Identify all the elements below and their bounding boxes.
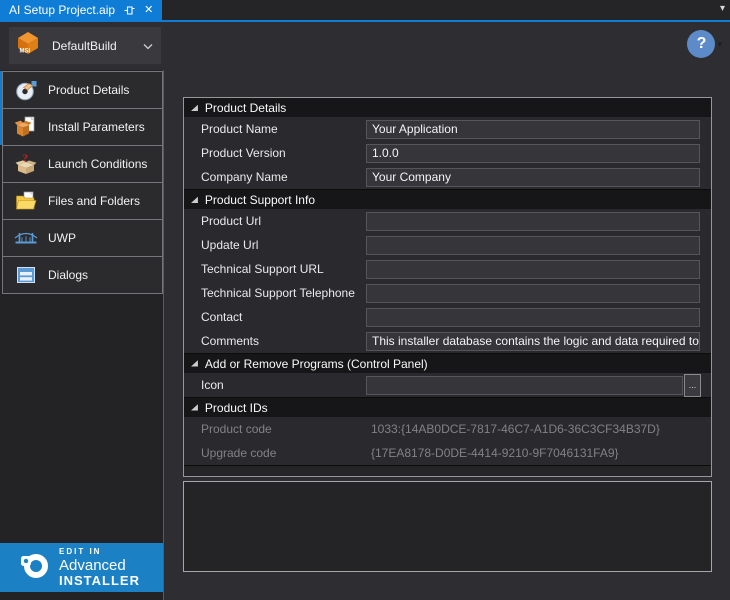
property-grid: ◢ Product Details Product NameYour Applica… (183, 97, 712, 477)
grid-row: Product Url (184, 209, 711, 233)
field-input[interactable] (366, 284, 700, 303)
sidebar-item-install-parameters[interactable]: Install Parameters (2, 108, 163, 146)
nav-list: Product Details Install Parameters (2, 71, 163, 294)
field-label: Product Url (184, 214, 366, 228)
field-label: Technical Support URL (184, 262, 366, 276)
grid-row: Update Url (184, 233, 711, 257)
collapse-triangle-icon[interactable]: ◢ (191, 103, 198, 113)
browse-button[interactable]: ... (684, 374, 701, 397)
sidebar-item-label: Dialogs (48, 268, 88, 282)
grid-row: Contact (184, 305, 711, 329)
grid-filler (184, 465, 711, 476)
section-header[interactable]: ◢ Product Details (184, 98, 711, 117)
sidebar-item-dialogs[interactable]: Dialogs (2, 256, 163, 294)
advanced-installer-logo-icon (20, 550, 50, 585)
badge-line3: INSTALLER (59, 574, 140, 588)
tab-overflow-chevron-down-icon[interactable]: ▾ (720, 3, 725, 14)
field-input[interactable] (366, 308, 700, 327)
grid-row: Product Version1.0.0 (184, 141, 711, 165)
section-title: Product IDs (205, 401, 268, 415)
field-label: Comments (184, 334, 366, 348)
toolbar: MSI DefaultBuild ? ▾ (0, 22, 730, 70)
close-icon[interactable]: ✕ (144, 5, 153, 16)
grid-row: Product code1033:{14AB0DCE-7817-46C7-A1D… (184, 417, 711, 441)
sidebar-item-label: Product Details (48, 83, 129, 97)
field-label: Product Version (184, 146, 366, 160)
field-input[interactable] (366, 260, 700, 279)
svg-text:MSI: MSI (20, 48, 31, 54)
uwp-bridge-icon (14, 226, 38, 250)
badge-line1: EDIT IN (59, 548, 140, 556)
sidebar-item-label: Files and Folders (48, 194, 140, 208)
field-label: Upgrade code (184, 446, 366, 460)
field-input[interactable] (366, 376, 683, 395)
grid-row: Icon... (184, 373, 711, 397)
field-label: Product Name (184, 122, 366, 136)
field-input[interactable] (366, 212, 700, 231)
section-title: Product Support Info (205, 193, 315, 207)
install-parameters-box-icon (14, 115, 38, 139)
readonly-value: {17EA8178-D0DE-4414-9210-9F7046131FA9} (366, 446, 619, 460)
chevron-down-icon (143, 37, 153, 55)
dialogs-window-icon (14, 263, 38, 287)
edit-in-advanced-installer-badge[interactable]: EDIT IN Advanced INSTALLER (0, 543, 163, 592)
sidebar-item-label: Install Parameters (48, 120, 145, 134)
field-input[interactable]: 1.0.0 (366, 144, 700, 163)
help-button[interactable]: ? (687, 30, 715, 58)
field-value: Your Company (367, 170, 451, 184)
sidebar-item-label: Launch Conditions (48, 157, 147, 171)
msi-package-icon: MSI (15, 30, 41, 62)
grid-row: CommentsThis installer database contains… (184, 329, 711, 353)
sidebar-item-uwp[interactable]: UWP (2, 219, 163, 257)
field-value: This installer database contains the log… (367, 334, 700, 348)
grid-row: Upgrade code{17EA8178-D0DE-4414-9210-9F7… (184, 441, 711, 465)
field-input[interactable]: Your Application (366, 120, 700, 139)
main-panel: ◢ Product Details Product NameYour Applica… (164, 70, 730, 600)
grid-row: Company NameYour Company (184, 165, 711, 189)
section-header[interactable]: ◢ Product IDs (184, 397, 711, 417)
sidebar-item-launch-conditions[interactable]: ? Launch Conditions (2, 145, 163, 183)
sidebar-item-files-and-folders[interactable]: Files and Folders (2, 182, 163, 220)
field-label: Contact (184, 310, 366, 324)
field-input[interactable]: This installer database contains the log… (366, 332, 700, 351)
field-label: Technical Support Telephone (184, 286, 366, 300)
section-header[interactable]: ◢ Product Support Info (184, 189, 711, 209)
help-chevron-down-icon[interactable]: ▾ (717, 39, 722, 50)
navigation-sidebar: Product Details Install Parameters (0, 70, 164, 600)
section-title: Product Details (205, 101, 286, 115)
product-details-disc-icon (14, 78, 38, 102)
section-title: Add or Remove Programs (Control Panel) (205, 357, 428, 371)
grid-row: Technical Support Telephone (184, 281, 711, 305)
advanced-installer-window: AI Setup Project.aip ✕ ▾ MSI DefaultBuil… (0, 0, 730, 600)
field-label: Product code (184, 422, 366, 436)
field-value: 1.0.0 (367, 146, 399, 160)
badge-line2: Advanced (59, 558, 140, 574)
question-mark-icon: ? (697, 35, 707, 53)
section-header[interactable]: ◢ Add or Remove Programs (Control Panel) (184, 353, 711, 373)
field-label: Icon (184, 378, 366, 392)
field-label: Update Url (184, 238, 366, 252)
pin-icon[interactable] (124, 5, 135, 16)
build-configuration-label: DefaultBuild (52, 39, 132, 53)
collapse-triangle-icon[interactable]: ◢ (191, 403, 198, 413)
grid-row: Product NameYour Application (184, 117, 711, 141)
readonly-value: 1033:{14AB0DCE-7817-46C7-A1D6-36C3CF34B3… (366, 422, 660, 436)
collapse-triangle-icon[interactable]: ◢ (191, 359, 198, 369)
launch-conditions-question-box-icon: ? (14, 152, 38, 176)
field-value: Your Application (367, 122, 458, 136)
svg-text:?: ? (23, 153, 29, 165)
tab-ai-setup-project[interactable]: AI Setup Project.aip ✕ (0, 0, 162, 20)
collapse-triangle-icon[interactable]: ◢ (191, 195, 198, 205)
field-input[interactable] (366, 236, 700, 255)
files-folders-folder-icon (14, 189, 38, 213)
tab-title: AI Setup Project.aip (9, 3, 115, 17)
sidebar-item-product-details[interactable]: Product Details (2, 71, 163, 109)
field-input[interactable]: Your Company (366, 168, 700, 187)
field-label: Company Name (184, 170, 366, 184)
document-tab-strip: AI Setup Project.aip ✕ ▾ (0, 0, 730, 22)
grid-row: Technical Support URL (184, 257, 711, 281)
sidebar-item-label: UWP (48, 231, 76, 245)
build-configuration-dropdown[interactable]: MSI DefaultBuild (9, 27, 161, 64)
description-panel (183, 481, 712, 572)
